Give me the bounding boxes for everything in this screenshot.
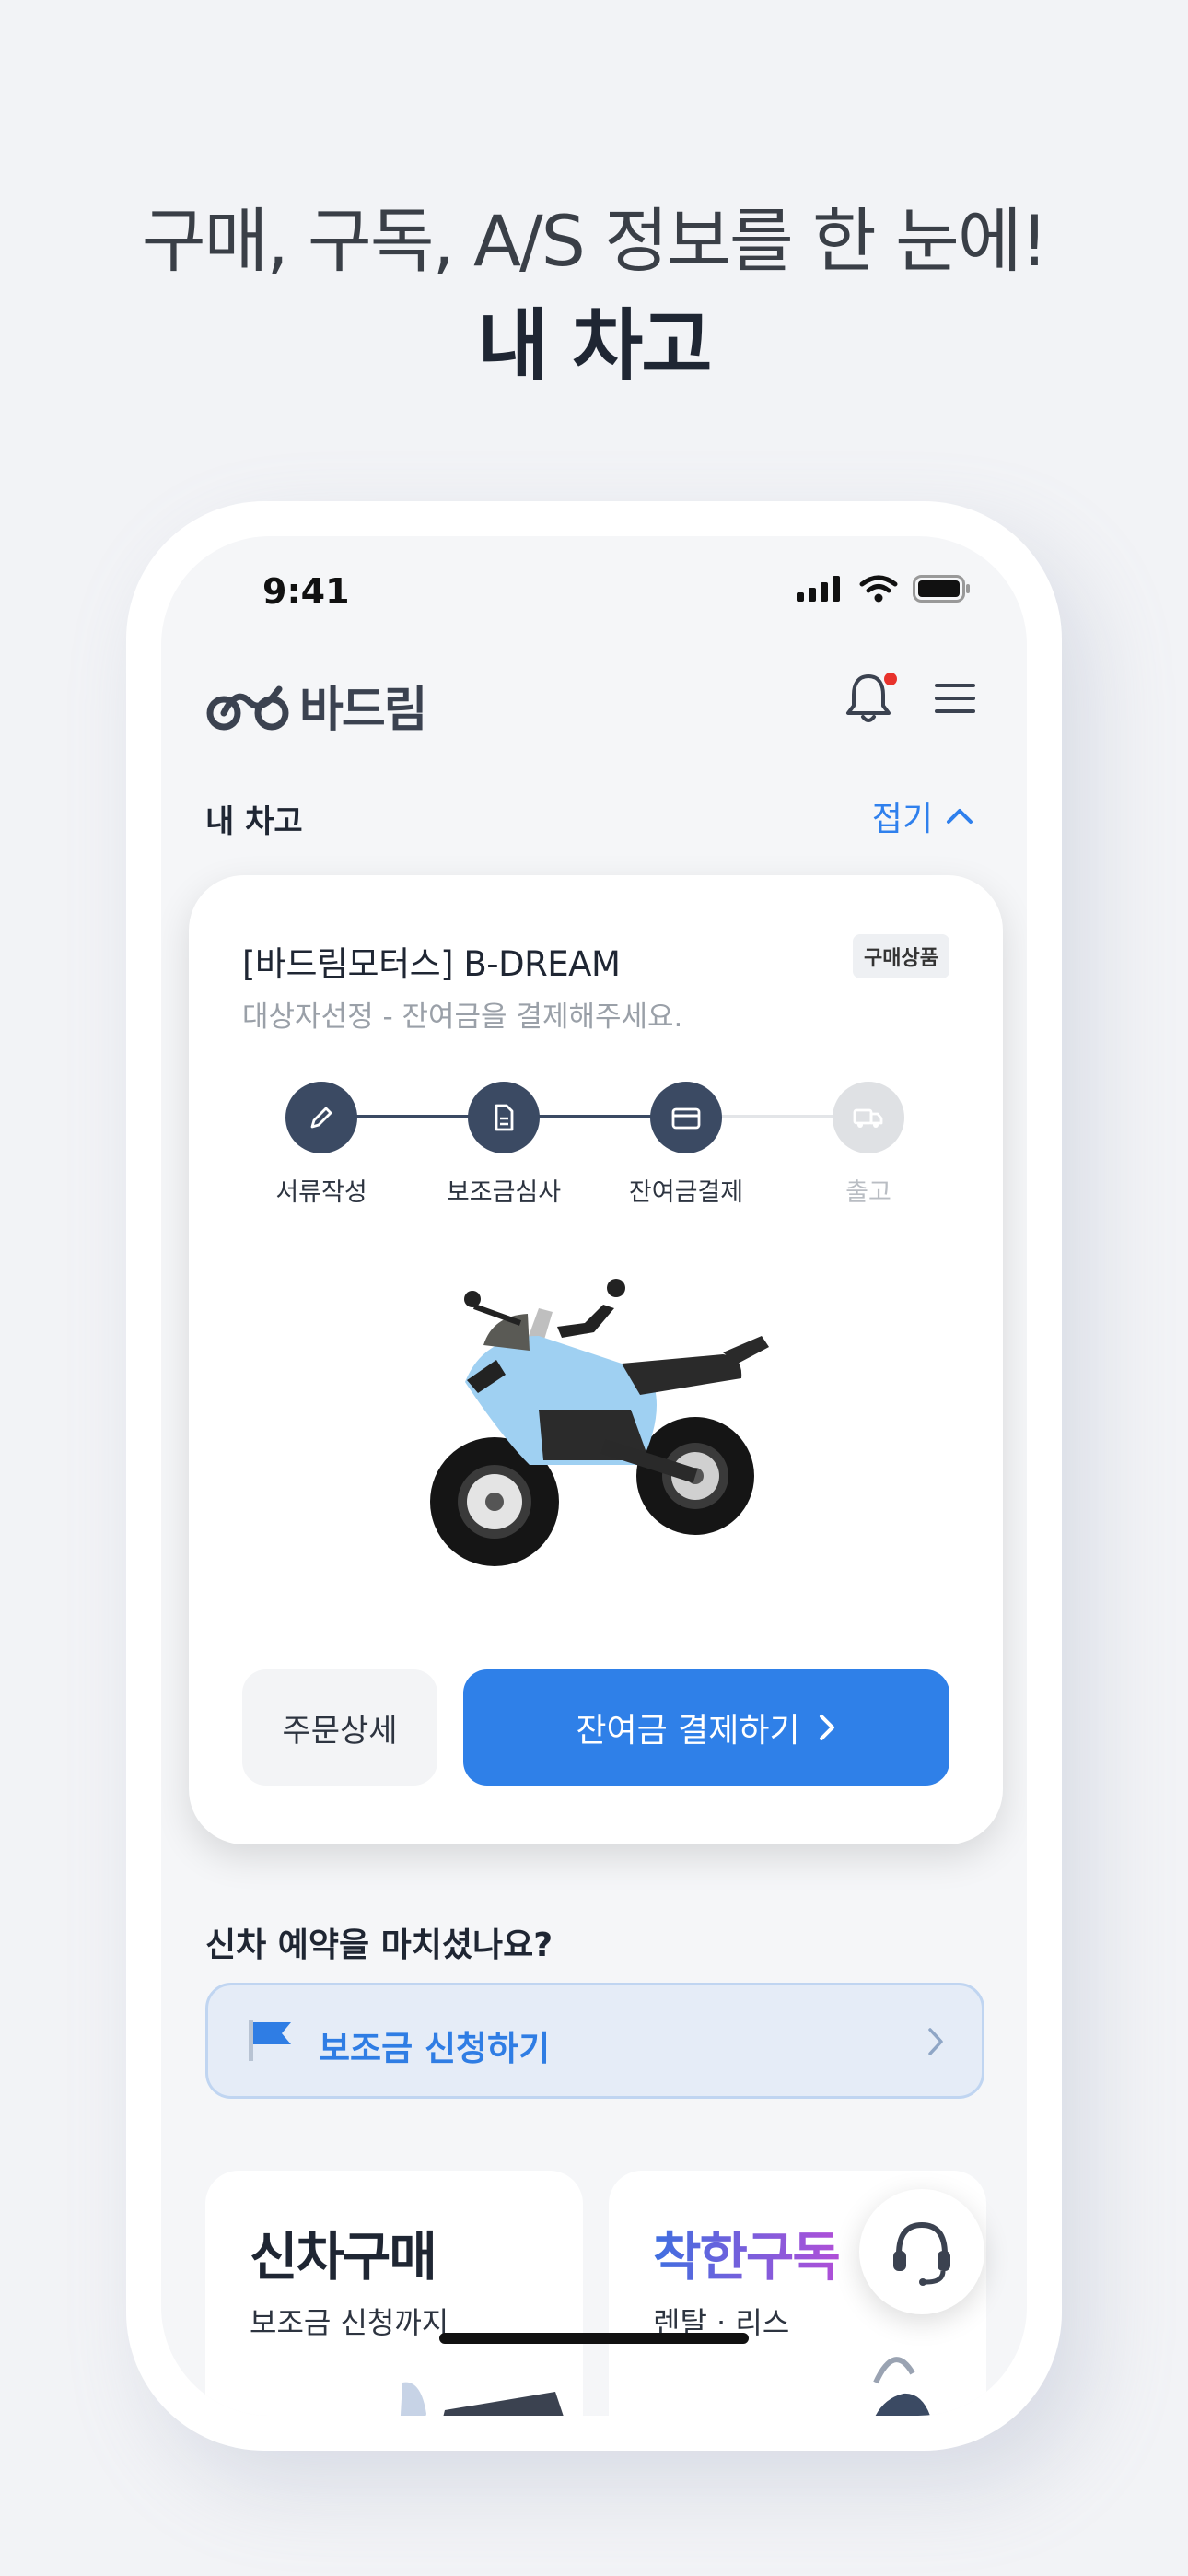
step-label: 출고 <box>845 1178 891 1207</box>
logo-text: 바드림 <box>299 683 428 738</box>
reservation-question: 신차 예약을 마치셨나요? <box>205 1926 553 1964</box>
step-document-writing: 서류작성 <box>229 1082 413 1208</box>
subsidy-apply-button[interactable]: 보조금 신청하기 <box>205 1983 984 2099</box>
credit-card-icon <box>671 1107 701 1130</box>
truck-icon <box>853 1108 883 1128</box>
flag-icon <box>249 2020 291 2061</box>
order-status-text: 대상자선정 - 잔여금을 결제해주세요. <box>242 1001 683 1034</box>
pay-balance-label: 잔여금 결제하기 <box>576 1712 800 1750</box>
chevron-right-icon <box>928 2028 943 2055</box>
chevron-right-icon <box>819 1715 834 1740</box>
step-balance-payment: 잔여금결제 <box>594 1082 778 1208</box>
step-circle <box>650 1082 722 1153</box>
chevron-up-icon <box>947 809 973 824</box>
notification-dot <box>884 673 897 685</box>
pencil-icon <box>310 1107 332 1129</box>
home-indicator <box>439 2333 749 2344</box>
order-progress-steps: 서류작성 보조금심사 잔여금결제 출고 <box>189 1082 1003 1211</box>
tile-title: 착한구독 <box>653 2215 841 2290</box>
promo-headline: 구매, 구독, A/S 정보를 한 눈에! <box>141 200 1049 282</box>
tile-subtitle: 보조금 신청까지 <box>250 2305 449 2340</box>
step-circle <box>468 1082 540 1153</box>
collapse-label: 접기 <box>871 801 933 838</box>
motorcycle-logo-icon <box>206 685 289 730</box>
step-label: 보조금심사 <box>446 1178 562 1207</box>
customer-support-button[interactable] <box>859 2189 984 2314</box>
menu-icon[interactable] <box>935 682 975 715</box>
order-card: [바드림모터스] B-DREAM 구매상품 대상자선정 - 잔여금을 결제해주세… <box>189 875 1003 1844</box>
headset-icon <box>893 2221 950 2286</box>
tile-title: 신차구매 <box>250 2227 437 2288</box>
helmet-illustration <box>873 2357 930 2416</box>
product-badge: 구매상품 <box>853 934 949 978</box>
app-logo[interactable]: 바드림 <box>205 671 428 740</box>
garage-section-title: 내 차고 <box>205 803 303 840</box>
step-subsidy-review: 보조금심사 <box>412 1082 596 1208</box>
status-time: 9:41 <box>262 571 350 612</box>
motorcycle-image <box>430 1279 769 1566</box>
step-delivery: 출고 <box>776 1082 961 1208</box>
wifi-icon <box>859 575 898 603</box>
order-detail-button[interactable]: 주문상세 <box>242 1669 437 1786</box>
new-car-purchase-tile[interactable]: 신차구매 보조금 신청까지 <box>205 2171 583 2416</box>
order-title: [바드림모터스] B-DREAM <box>242 944 621 984</box>
document-icon <box>495 1104 514 1131</box>
status-icons <box>797 575 972 603</box>
subsidy-apply-label: 보조금 신청하기 <box>319 2029 551 2068</box>
step-label: 서류작성 <box>275 1178 367 1207</box>
pay-balance-button[interactable]: 잔여금 결제하기 <box>463 1669 949 1786</box>
promo-title: 내 차고 <box>477 300 712 391</box>
collapse-button[interactable]: 접기 <box>872 792 973 840</box>
battery-icon <box>913 575 970 603</box>
step-circle <box>833 1082 904 1153</box>
signal-icon <box>797 576 840 602</box>
step-circle <box>285 1082 357 1153</box>
phone-screen: 9:41 바드림 내 차고 접기 [바드림모터스] B-DREAM 구매상품 대… <box>161 536 1027 2416</box>
scooter-illustration <box>400 2382 564 2416</box>
step-label: 잔여금결제 <box>628 1178 744 1207</box>
